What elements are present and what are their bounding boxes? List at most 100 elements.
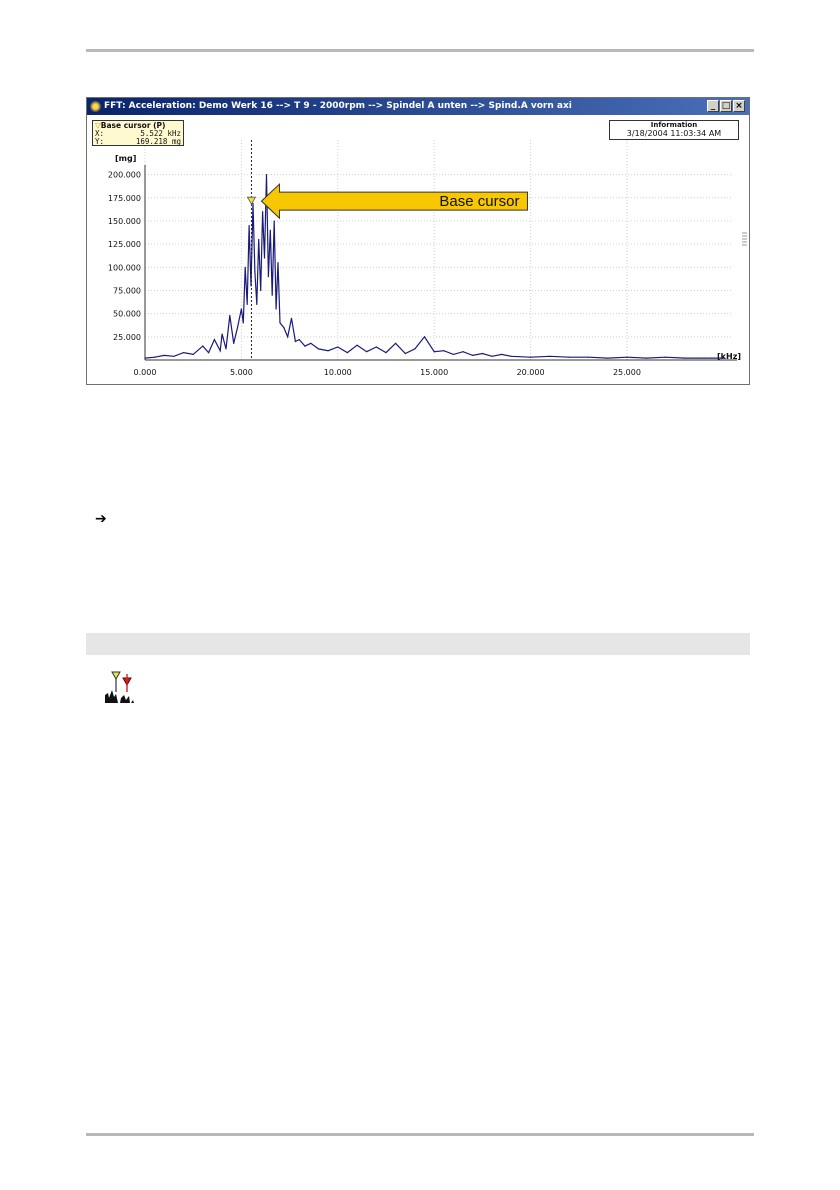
series-point [267, 275, 269, 278]
series-point [269, 229, 271, 231]
series-point [481, 352, 483, 355]
series-point [529, 356, 532, 358]
y-tick-label: 100.000 [108, 263, 141, 272]
x-axis-label: [kHz] [717, 352, 741, 361]
series-point [304, 345, 306, 347]
right-arrow-icon: ➔ [95, 511, 107, 527]
series-point [173, 355, 175, 357]
cursor-tool-icon[interactable] [103, 670, 135, 704]
series-point [246, 303, 248, 305]
base-cursor-marker [246, 196, 257, 205]
series-point [229, 314, 231, 317]
base-cursor-readout[interactable]: ▽Base cursor (P) X: 5.522 kHz Y: 169.218 m… [92, 120, 184, 146]
series-point [491, 355, 493, 357]
series-point [664, 356, 667, 358]
x-tick-label: 5.000 [230, 368, 253, 377]
series-point [260, 289, 262, 292]
series-point [271, 294, 273, 296]
series-point [443, 350, 445, 352]
series-point [182, 351, 185, 354]
window-titlebar[interactable]: FFT: Acceleration: Demo Werk 16 --> T 9 … [87, 98, 749, 115]
series-point [242, 322, 244, 324]
fft-chart[interactable]: 0.000 5.000 10.000 15.000 20.000 25.000 25.000… [87, 115, 749, 384]
series-point [290, 317, 293, 319]
x-tick-label: 10.000 [324, 368, 352, 377]
series-point [265, 174, 268, 176]
series-point [568, 356, 570, 358]
series-point [283, 326, 285, 329]
app-icon [90, 101, 101, 112]
close-button[interactable]: × [733, 100, 745, 112]
series-point [213, 339, 216, 341]
series-point [287, 336, 289, 338]
series-point [221, 333, 223, 335]
x-tick-label: 15.000 [420, 368, 448, 377]
series-point [395, 342, 397, 344]
series-point [587, 356, 590, 358]
series-point [273, 220, 275, 222]
series-point [192, 353, 194, 356]
series-point [262, 211, 264, 213]
series-point [163, 354, 165, 356]
series-point [356, 344, 358, 346]
y-tick-label: 200.000 [108, 171, 141, 180]
series-point [346, 351, 349, 354]
x-tick-label: 25.000 [613, 368, 641, 377]
series-point [722, 357, 724, 359]
series-point [337, 346, 339, 348]
y-tick-label: 125.000 [108, 240, 141, 249]
series-point [703, 357, 705, 359]
series-point [645, 357, 647, 359]
x-tick-label: 20.000 [517, 368, 545, 377]
cursor-y-value: 169.218 mg [135, 137, 181, 146]
series-point [327, 350, 329, 352]
series-point [263, 257, 266, 259]
window-title: FFT: Acceleration: Demo Werk 16 --> T 9 … [104, 101, 572, 111]
series-point [144, 357, 146, 359]
series-point [607, 357, 609, 359]
cursor-y-label: Y: [95, 137, 105, 146]
series-point [298, 339, 300, 341]
series-point [452, 353, 455, 356]
series-point [244, 266, 246, 268]
series-point [154, 356, 156, 358]
minimize-button[interactable]: _ [707, 100, 719, 112]
series-point [414, 348, 416, 350]
series-point [225, 348, 227, 350]
information-box[interactable]: Information 3/18/2004 11:03:34 AM [609, 120, 739, 140]
series-point [258, 238, 260, 241]
series-point [684, 357, 686, 359]
y-tick-label: 175.000 [108, 194, 141, 203]
series-point [236, 326, 239, 329]
series-point [202, 345, 204, 347]
info-timestamp: 3/18/2004 11:03:34 AM [626, 129, 722, 138]
series-point [626, 356, 628, 358]
series-point [279, 322, 281, 324]
info-title: Information [650, 121, 698, 129]
series-point [423, 336, 426, 338]
series-point [208, 351, 210, 354]
series-point [317, 348, 320, 350]
series-point [277, 262, 279, 264]
fft-window[interactable]: FFT: Acceleration: Demo Werk 16 --> T 9 … [86, 97, 750, 385]
series-point [433, 351, 435, 353]
maximize-button[interactable]: □ [720, 100, 732, 112]
series-point [385, 351, 387, 354]
series-point [472, 354, 474, 356]
page-footer-rule [86, 1133, 754, 1136]
series-point [462, 351, 464, 353]
series-point [240, 308, 242, 310]
series-point [501, 353, 503, 356]
x-tick-label: 0.000 [134, 368, 157, 377]
y-tick-label: 75.000 [113, 286, 141, 295]
section-band [86, 633, 750, 655]
series-point [294, 340, 296, 343]
series-point [254, 271, 256, 273]
series-point [549, 355, 551, 357]
y-tick-label: 25.000 [113, 333, 141, 342]
series-point [233, 342, 235, 344]
y-axis-label: [mg] [115, 154, 136, 163]
callout-label: Base cursor [439, 193, 519, 210]
series-point [248, 225, 250, 227]
series-point [366, 351, 368, 353]
